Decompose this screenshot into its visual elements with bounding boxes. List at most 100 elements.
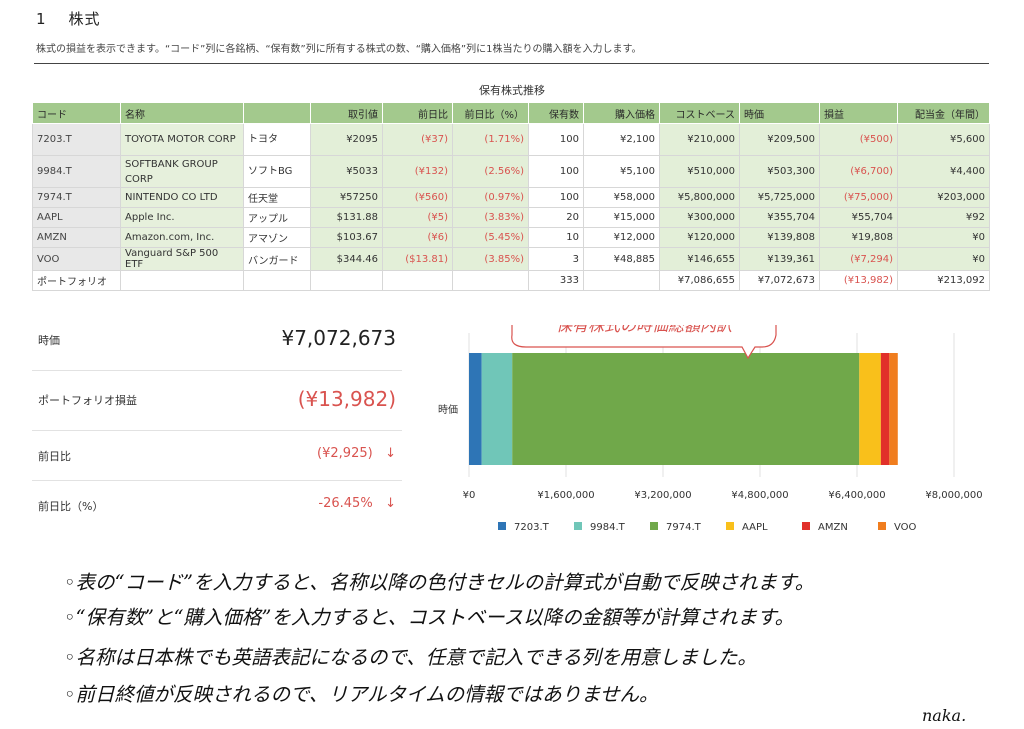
change-pct-cell: (1.71%) [452,123,529,156]
code-cell[interactable]: 7974.T [32,187,121,208]
price-cell: ¥57250 [310,187,383,208]
column-header: 取引値 [310,102,383,124]
change-cell: (¥6) [382,227,453,248]
table-row: 7974.T NINTENDO CO LTD 任天堂 ¥57250 (¥560)… [32,187,990,208]
shares-cell[interactable]: 100 [528,187,584,208]
column-header: 名称 [120,102,244,124]
column-header: コストベース [659,102,740,124]
shares-cell[interactable]: 10 [528,227,584,248]
shares-cell[interactable]: 100 [528,123,584,156]
alias-cell[interactable]: バンガード [243,247,311,271]
market-value-chart: ¥0 ¥1,600,000 ¥3,200,000 ¥4,800,000 ¥6,400,0… [438,325,983,533]
column-header [243,102,311,124]
cost-cell: ¥300,000 [659,207,740,228]
alias-cell[interactable]: 任天堂 [243,187,311,208]
code-cell[interactable]: 7203.T [32,123,121,156]
bar-segment-amzn [880,353,890,465]
kpi-label: 前日比 [38,450,71,463]
legend-swatch [802,522,810,530]
dividend-cell: ¥92 [897,207,990,228]
column-header: コード [32,102,121,124]
column-header: 前日比 [382,102,453,124]
bar-segment-voo [889,353,898,465]
table-row: AMZN Amazon.com, Inc. アマゾン $103.67 (¥6) … [32,227,990,248]
x-tick-label: ¥0 [463,490,476,501]
column-header: 保有数 [528,102,584,124]
dividend-cell: ¥5,600 [897,123,990,156]
code-cell[interactable]: 9984.T [32,155,121,188]
legend-swatch [574,522,582,530]
kpi-value: -26.45% ↓ [318,496,396,511]
signature: naka. [922,706,967,725]
legend-label: VOO [894,522,917,533]
down-arrow-icon: ↓ [385,496,396,511]
price-cell: $103.67 [310,227,383,248]
column-header: 損益 [819,102,898,124]
code-cell[interactable]: AAPL [32,207,121,228]
total-cost: ¥7,086,655 [659,270,740,291]
day-change-value: (¥2,925) [317,446,373,461]
change-pct-cell: (5.45%) [452,227,529,248]
purchase-cell[interactable]: ¥5,100 [583,155,660,188]
shares-cell[interactable]: 100 [528,155,584,188]
note-3: ◦名称は日本株でも英語表記になるので、任意で記入できる列を用意しました。 [64,646,757,669]
cost-cell: ¥5,800,000 [659,187,740,208]
category-label: 時価 [438,403,458,416]
name-cell: TOYOTA MOTOR CORP [120,123,244,156]
shares-cell[interactable]: 3 [528,247,584,271]
kpi-value: (¥13,982) [297,387,396,411]
total-value: ¥7,072,673 [739,270,820,291]
column-header: 配当金（年間） [897,102,990,124]
purchase-cell[interactable]: ¥2,100 [583,123,660,156]
legend-label: 9984.T [590,522,626,533]
pl-cell: (¥75,000) [819,187,898,208]
table-row: VOO Vanguard S&P 500 ETF バンガード $344.46 (… [32,247,990,271]
value-cell: ¥5,725,000 [739,187,820,208]
kpi-value: (¥2,925) ↓ [317,446,396,461]
kpi-label: ポートフォリオ損益 [38,394,137,407]
pl-cell: ¥55,704 [819,207,898,228]
shares-cell[interactable]: 20 [528,207,584,228]
column-header: 前日比（%） [452,102,529,124]
legend-swatch [650,522,658,530]
legend-label: AAPL [742,522,768,533]
description: 株式の損益を表示できます。“コード”列に各銘柄、“保有数”列に所有する株式の数、… [36,44,642,55]
purchase-cell[interactable]: ¥15,000 [583,207,660,228]
value-cell: ¥209,500 [739,123,820,156]
alias-cell[interactable]: トヨタ [243,123,311,156]
legend-swatch [878,522,886,530]
purchase-cell[interactable]: ¥12,000 [583,227,660,248]
value-cell: ¥139,808 [739,227,820,248]
table-row: 9984.T SOFTBANK GROUP CORP ソフトBG ¥5033 (… [32,155,990,188]
note-1: ◦表の“コード”を入力すると、名称以降の色付きセルの計算式が自動で反映されます。 [64,571,815,594]
holdings-table: コード 名称 取引値 前日比 前日比（%） 保有数 購入価格 コストベース 時価… [32,102,990,291]
dividend-cell: ¥0 [897,227,990,248]
total-dividend: ¥213,092 [897,270,990,291]
name-cell: Amazon.com, Inc. [120,227,244,248]
alias-cell[interactable]: アップル [243,207,311,228]
table-row: AAPL Apple Inc. アップル $131.88 (¥5) (3.83%… [32,207,990,228]
x-tick-label: ¥1,600,000 [537,490,594,501]
alias-cell[interactable]: アマゾン [243,227,311,248]
kpi-day-change-pct: 前日比（%） -26.45% ↓ [32,480,402,528]
price-cell: ¥2095 [310,123,383,156]
pl-cell: ¥19,808 [819,227,898,248]
bar-segment-7974-t [512,353,860,465]
change-cell: (¥37) [382,123,453,156]
x-tick-label: ¥3,200,000 [634,490,691,501]
code-cell[interactable]: AMZN [32,227,121,248]
purchase-cell[interactable]: ¥48,885 [583,247,660,271]
price-cell: $131.88 [310,207,383,228]
total-pl: (¥13,982) [819,270,898,291]
kpi-market-value: 時価 ¥7,072,673 [32,318,402,371]
pl-cell: (¥500) [819,123,898,156]
table-title: 保有株式推移 [479,84,545,97]
table-row: 7203.T TOYOTA MOTOR CORP トヨタ ¥2095 (¥37)… [32,123,990,156]
code-cell[interactable]: VOO [32,247,121,271]
purchase-cell[interactable]: ¥58,000 [583,187,660,208]
section-number: 1 [36,10,47,28]
value-cell: ¥355,704 [739,207,820,228]
alias-cell[interactable]: ソフトBG [243,155,311,188]
change-cell: ($13.81) [382,247,453,271]
change-pct-cell: (0.97%) [452,187,529,208]
